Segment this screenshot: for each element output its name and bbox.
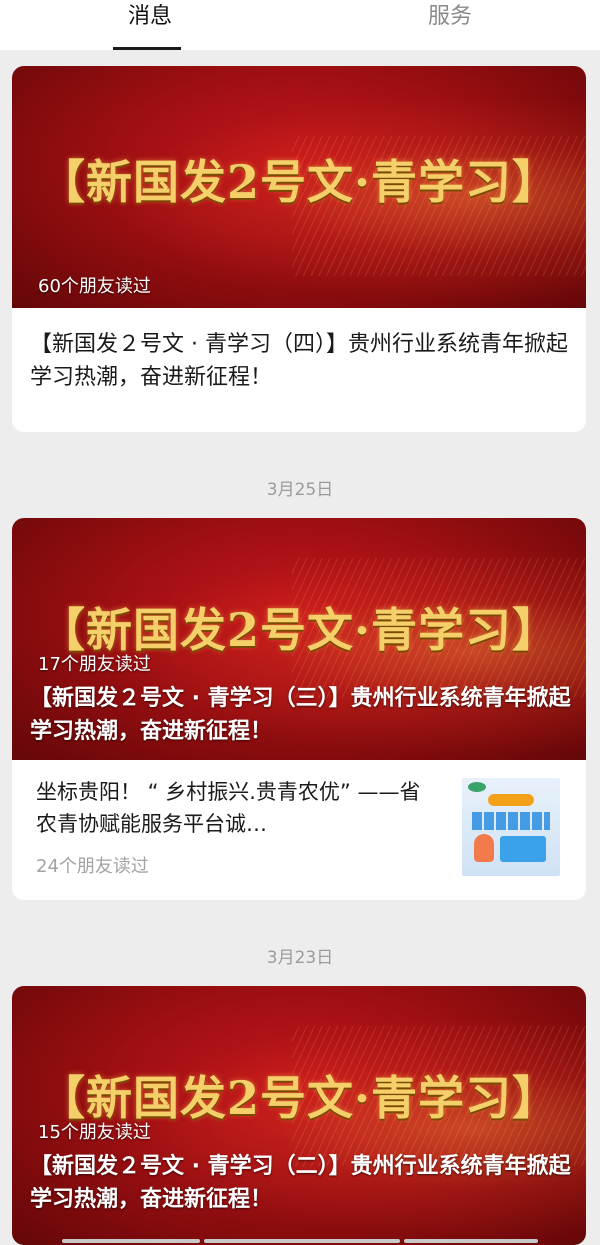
- date-separator: 3月23日: [266, 948, 334, 968]
- read-count: 24个朋友读过: [36, 856, 149, 877]
- article-cover[interactable]: 【新国发2号文·青学习】 60个朋友读过: [12, 66, 586, 308]
- article-headline: 【新国发２号文 · 青学习（二）】贵州行业系统青年掀起学习热潮，奋进新征程！: [30, 1154, 571, 1212]
- thumbnail-text-graphic: [472, 812, 550, 830]
- badge-icon: [488, 794, 534, 806]
- screen-icon: [500, 836, 546, 862]
- article-cover[interactable]: 【新国发2号文·青学习】 15个朋友读过 【新国发２号文 · 青学习（二）】贵州…: [12, 986, 586, 1245]
- sub-article-thumbnail: [462, 778, 560, 876]
- sub-article-title: 坐标贵阳！ “ 乡村振兴.贵青农优” ——省农青协赋能服务平台诚…: [36, 780, 421, 836]
- scroll-indicator: [404, 1239, 538, 1243]
- article-card: 【新国发2号文·青学习】 17个朋友读过 【新国发２号文 · 青学习（三）】贵州…: [12, 518, 586, 900]
- article-headline[interactable]: 【新国发２号文 · 青学习（四）】贵州行业系统青年掀起学习热潮，奋进新征程！: [30, 328, 580, 394]
- list-item[interactable]: 坐标贵阳！ “ 乡村振兴.贵青农优” ——省农青协赋能服务平台诚… 24个朋友读…: [12, 760, 586, 900]
- scroll-indicator: [62, 1239, 200, 1243]
- tab-bar: 消息 服务: [0, 0, 600, 50]
- logo-icon: [468, 782, 486, 792]
- article-cover[interactable]: 【新国发2号文·青学习】 17个朋友读过 【新国发２号文 · 青学习（三）】贵州…: [12, 518, 586, 760]
- article-headline: 【新国发２号文 · 青学习（三）】贵州行业系统青年掀起学习热潮，奋进新征程！: [30, 686, 571, 744]
- date-separator: 3月25日: [266, 480, 334, 500]
- read-count: 60个朋友读过: [38, 276, 151, 297]
- article-card: 【新国发2号文·青学习】 60个朋友读过 【新国发２号文 · 青学习（四）】贵州…: [12, 66, 586, 432]
- tab-messages-label: 消息: [127, 4, 172, 29]
- tab-messages[interactable]: 消息: [0, 0, 300, 50]
- tab-services-label: 服务: [427, 4, 472, 29]
- article-card: 【新国发2号文·青学习】 15个朋友读过 【新国发２号文 · 青学习（二）】贵州…: [12, 986, 586, 1245]
- read-count: 15个朋友读过: [38, 1122, 151, 1143]
- person-icon: [474, 834, 494, 862]
- active-tab-indicator: [113, 47, 181, 50]
- cover-title: 【新国发2号文·青学习】: [38, 155, 560, 209]
- read-count: 17个朋友读过: [38, 654, 151, 675]
- scroll-indicator: [204, 1239, 400, 1243]
- tab-services[interactable]: 服务: [300, 0, 600, 50]
